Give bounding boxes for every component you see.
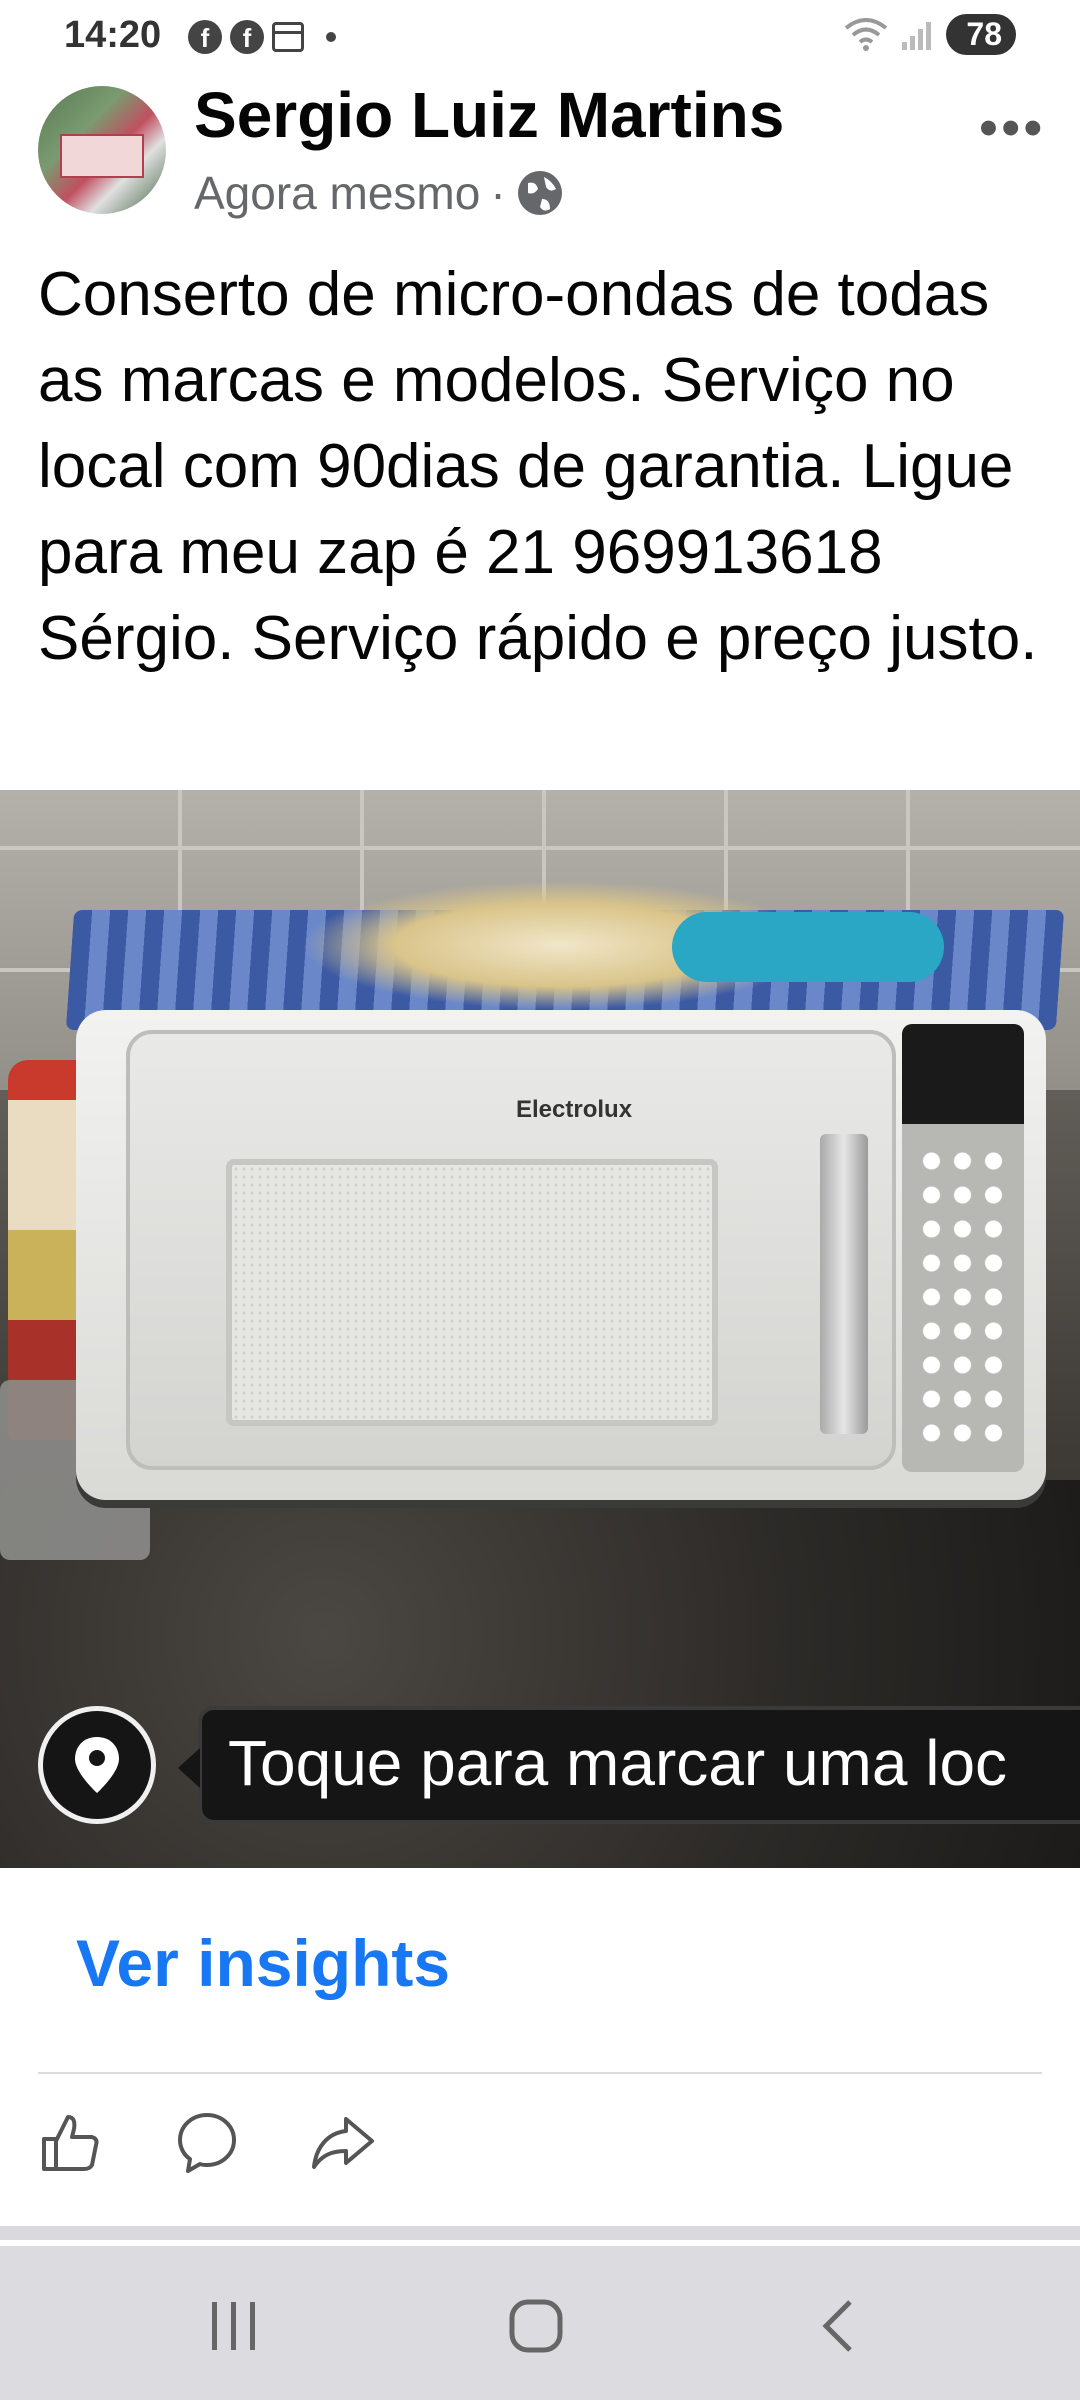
wifi-icon	[845, 17, 888, 51]
status-bar: 14:20 f f 78	[0, 0, 1080, 80]
signal-icon	[902, 21, 932, 50]
status-time: 14:20	[64, 14, 162, 56]
more-options-icon[interactable]: •••	[979, 98, 1046, 158]
microwave-brand: Electrolux	[516, 1096, 633, 1123]
recent-apps-icon[interactable]	[206, 2298, 262, 2359]
location-tag-prompt[interactable]: Toque para marcar uma loc	[178, 1706, 1080, 1824]
author-name[interactable]: Sergio Luiz Martins	[194, 78, 784, 152]
insights-link[interactable]: Ver insights	[76, 1925, 450, 2001]
home-icon[interactable]	[508, 2298, 564, 2359]
meta-separator: ·	[490, 167, 506, 219]
location-prompt-text: Toque para marcar uma loc	[228, 1727, 1008, 1799]
system-icons: 78	[844, 14, 1016, 55]
post-text: Conserto de micro-ondas de todas as marc…	[38, 260, 1038, 673]
microwave-photo-subject: Electrolux	[76, 1010, 1046, 1500]
calendar-icon	[272, 22, 304, 52]
location-pin-icon[interactable]	[38, 1706, 156, 1824]
post-time[interactable]: Agora mesmo	[194, 166, 480, 220]
divider	[38, 2072, 1042, 2074]
post-meta: Agora mesmo ·	[194, 166, 564, 220]
notification-icons: f f	[188, 20, 336, 54]
system-navigation-bar	[0, 2246, 1080, 2400]
avatar[interactable]	[38, 86, 166, 214]
globe-icon	[517, 171, 562, 215]
comment-icon[interactable]	[174, 2109, 240, 2180]
post-actions	[38, 2108, 376, 2180]
more-notifications-icon	[326, 32, 336, 42]
back-icon[interactable]	[812, 2298, 868, 2359]
share-icon[interactable]	[310, 2109, 376, 2180]
like-icon[interactable]	[38, 2109, 104, 2180]
facebook-notification-icon: f	[230, 20, 264, 54]
feed-separator	[0, 2226, 1080, 2240]
post-header: Sergio Luiz Martins Agora mesmo · •••	[0, 78, 1080, 230]
facebook-notification-icon: f	[188, 20, 222, 54]
battery-indicator: 78	[946, 14, 1016, 55]
